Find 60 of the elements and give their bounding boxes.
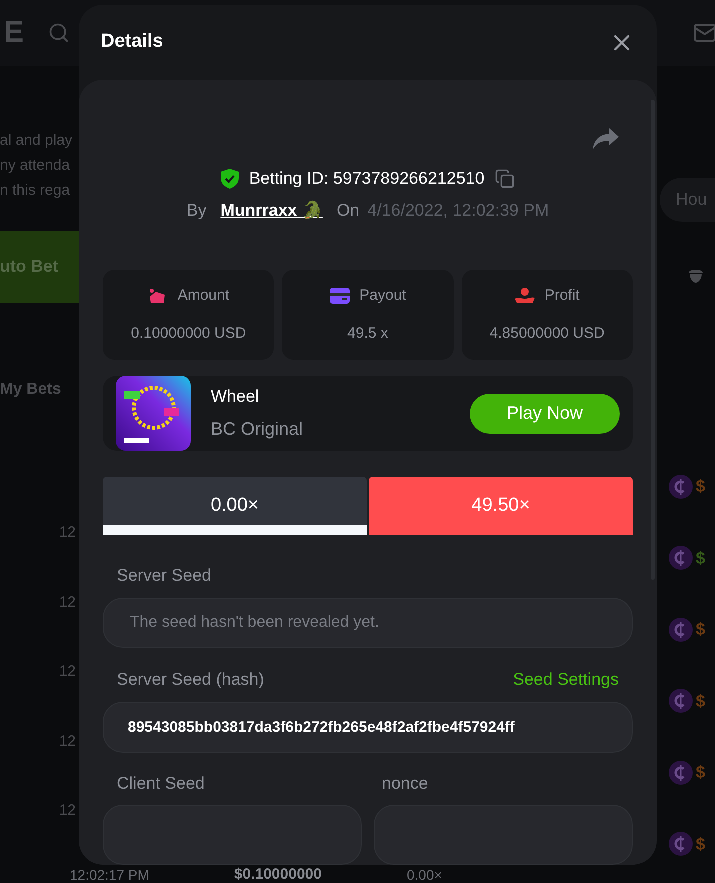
result-bar: 0.00× bbox=[103, 477, 367, 535]
amount-text: $ bbox=[696, 834, 706, 856]
amount-text: $0.10000000 bbox=[234, 867, 322, 882]
coins-icon bbox=[148, 286, 168, 305]
time-text: 12 bbox=[59, 662, 76, 682]
coin-icon bbox=[669, 474, 693, 499]
server-seed-hash-field[interactable]: 89543085bb03817da3f6b272fb265e48f2af2fbe4f57924ff bbox=[103, 702, 633, 752]
amount-text: $ bbox=[696, 690, 706, 712]
nonce-label: nonce bbox=[382, 772, 430, 794]
coin-icon bbox=[669, 832, 693, 856]
copy-icon[interactable] bbox=[494, 168, 515, 189]
dialog-title: Details bbox=[101, 30, 164, 54]
coin-icon bbox=[669, 689, 693, 714]
stat-label: Amount bbox=[178, 286, 230, 306]
user-link[interactable]: Munrraxx 🐊 bbox=[220, 198, 323, 223]
card-icon bbox=[330, 288, 350, 304]
amount-text: $ bbox=[696, 762, 706, 784]
notice-text: al and play bbox=[0, 131, 74, 151]
shield-check-icon bbox=[221, 168, 240, 189]
server-seed-hash-label: Server Seed (hash) bbox=[117, 669, 264, 692]
date-text: 4/16/2022, 12:02:39 PM bbox=[368, 200, 550, 222]
my-bets-tab[interactable]: My Bets bbox=[0, 378, 80, 402]
seed-settings-link[interactable]: Seed Settings bbox=[513, 667, 619, 693]
betting-id-text: Betting ID: 5973789266212510 bbox=[249, 168, 485, 190]
time-text: 12:02:17 PM bbox=[70, 868, 150, 882]
auto-bet-button[interactable]: uto Bet bbox=[0, 231, 80, 303]
notice-text: n this rega bbox=[0, 181, 72, 201]
time-text: 12 bbox=[59, 801, 76, 821]
coin-icon bbox=[669, 760, 693, 785]
notice-text: ny attenda bbox=[0, 156, 72, 176]
stat-label: Payout bbox=[360, 286, 406, 306]
logo: E bbox=[4, 15, 24, 51]
server-seed-label: Server Seed bbox=[117, 565, 212, 587]
coin-icon bbox=[669, 618, 693, 642]
amount-text: $ bbox=[696, 476, 706, 498]
nonce-field[interactable] bbox=[374, 805, 633, 865]
game-name: Wheel bbox=[211, 386, 260, 408]
client-seed-field[interactable] bbox=[103, 805, 362, 865]
result-bar: 49.50× bbox=[369, 477, 633, 535]
amount-text: $ bbox=[696, 548, 706, 570]
stat-value: 4.85000000 USD bbox=[490, 324, 605, 344]
hand-person-icon bbox=[514, 286, 535, 305]
mail-icon[interactable] bbox=[693, 21, 715, 45]
payout-text: 0.00× bbox=[406, 868, 442, 882]
stat-value: 0.10000000 USD bbox=[131, 324, 246, 344]
stat-label: Profit bbox=[544, 286, 580, 306]
amount-text: $ bbox=[696, 619, 706, 641]
play-now-button[interactable]: Play Now bbox=[470, 394, 620, 434]
client-seed-label: Client Seed bbox=[117, 772, 206, 794]
server-seed-field[interactable]: The seed hasn't been revealed yet. bbox=[103, 598, 633, 648]
on-label: On bbox=[336, 200, 360, 222]
stat-value: 49.5 x bbox=[348, 324, 388, 344]
coin-icon bbox=[669, 546, 693, 570]
time-text: 12 bbox=[59, 732, 76, 752]
share-icon[interactable] bbox=[593, 128, 619, 150]
by-label: By bbox=[186, 200, 207, 222]
search-icon[interactable] bbox=[48, 22, 70, 44]
time-text: 12 bbox=[59, 592, 76, 612]
game-provider: BC Original bbox=[211, 418, 304, 441]
time-text: 12 bbox=[59, 523, 76, 543]
